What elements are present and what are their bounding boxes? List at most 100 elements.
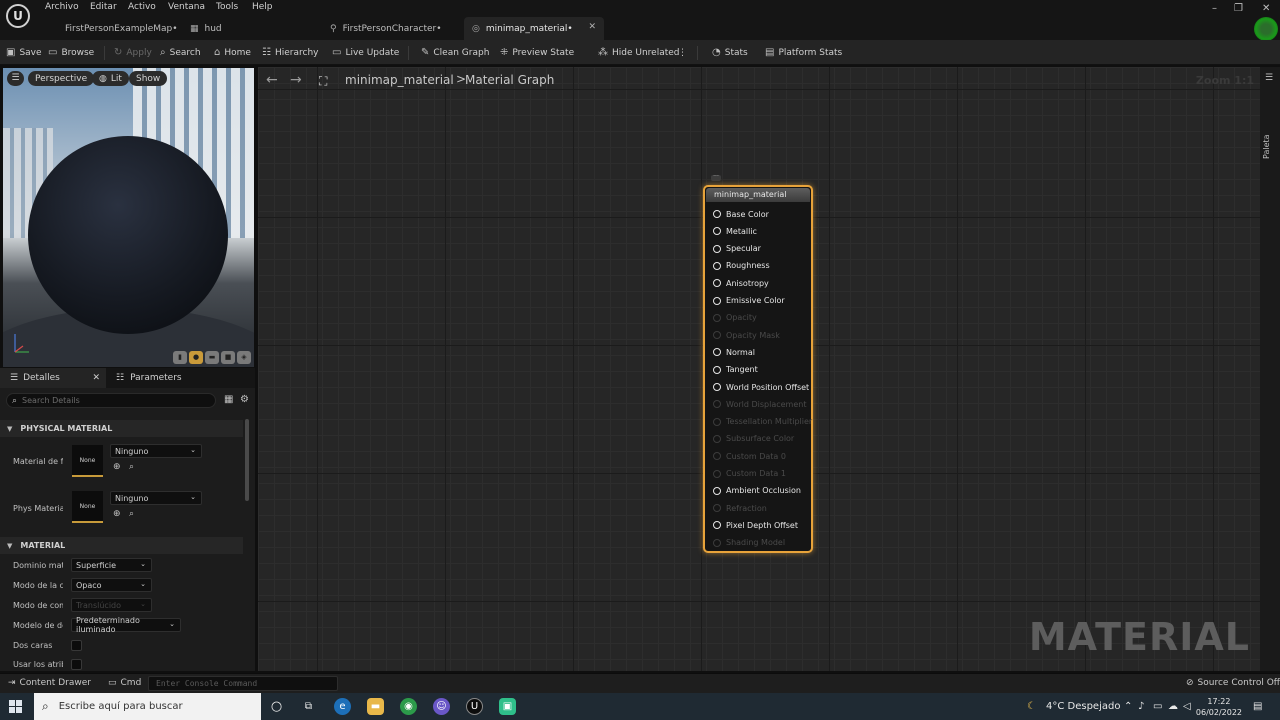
perspective-button[interactable]: Perspective	[28, 71, 95, 86]
app-taskbar-icon[interactable]: ▣	[499, 698, 516, 715]
node-pin[interactable]: World Position Offset	[713, 381, 809, 393]
menu-help[interactable]: Help	[252, 2, 273, 12]
menu-editar[interactable]: Editar	[90, 2, 117, 12]
use-selected-icon[interactable]: ⊕	[113, 509, 121, 519]
node-pin[interactable]: Base Color	[713, 208, 769, 220]
task-view-icon[interactable]: ⧉	[300, 698, 317, 715]
use-selected-icon[interactable]: ⊕	[113, 462, 121, 472]
cloud-icon[interactable]: ☁	[1168, 701, 1178, 712]
node-options-icon[interactable]: ···	[711, 174, 721, 181]
node-pin[interactable]: Subsurface Color	[713, 433, 794, 445]
close-window-icon[interactable]: ✕	[1262, 3, 1270, 14]
preview-state-button[interactable]: ⁜ Preview State	[500, 40, 574, 65]
blend-mode-dropdown[interactable]: Opaco ⌄	[71, 578, 152, 592]
live-update-button[interactable]: ▭ Live Update	[332, 40, 399, 65]
node-pin[interactable]: Refraction	[713, 502, 767, 514]
node-pin[interactable]: Emissive Color	[713, 295, 785, 307]
home-button[interactable]: ⌂ Home	[214, 40, 251, 65]
minimize-icon[interactable]: –	[1212, 3, 1217, 14]
phys-material-dropdown[interactable]: Ninguno ⌄	[110, 491, 202, 505]
network-icon[interactable]: ▭	[1153, 701, 1162, 712]
close-tab-icon[interactable]: ✕	[92, 373, 100, 383]
browse-asset-icon[interactable]: ⌕	[129, 509, 134, 519]
breadcrumb-graph[interactable]: Material Graph	[465, 73, 554, 87]
pin-connector-icon[interactable]	[713, 313, 721, 322]
use-attributes-checkbox[interactable]	[71, 659, 82, 670]
section-physical-material[interactable]: ▼ PHYSICAL MATERIAL	[0, 420, 243, 437]
show-button[interactable]: Show	[129, 71, 168, 86]
palette-icon[interactable]: ☰	[1265, 73, 1273, 83]
sphere-preview-icon[interactable]: ●	[189, 351, 203, 364]
shading-model-dropdown[interactable]: Predeterminado iluminado ⌄	[71, 616, 181, 634]
pin-connector-icon[interactable]	[713, 348, 721, 357]
back-arrow-icon[interactable]: ←	[266, 72, 278, 88]
tab-details[interactable]: ☰ Detalles ✕	[0, 368, 106, 388]
cmd-button[interactable]: ▭ Cmd	[108, 678, 141, 688]
save-button[interactable]: ▣ Save	[6, 40, 42, 65]
tab-parameters[interactable]: ☷ Parameters	[108, 368, 218, 388]
cube-preview-icon[interactable]: ■	[221, 351, 235, 364]
node-pin[interactable]: Opacity Mask	[713, 329, 780, 341]
breadcrumb-asset[interactable]: minimap_material	[345, 73, 454, 87]
menu-ventana[interactable]: Ventana	[168, 2, 205, 12]
hide-unrelated-button[interactable]: ⁂ Hide Unrelated	[598, 40, 680, 65]
pin-connector-icon[interactable]	[713, 365, 721, 374]
console-command-input[interactable]	[149, 677, 337, 690]
microphone-icon[interactable]: ♪	[1138, 701, 1144, 712]
pin-connector-icon[interactable]	[713, 417, 721, 426]
phys-material-dropdown[interactable]: Ninguno ⌄	[110, 444, 202, 458]
maximize-icon[interactable]: ❐	[1234, 3, 1243, 14]
close-tab-icon[interactable]: ✕	[588, 22, 596, 32]
node-pin[interactable]: Anisotropy	[713, 277, 769, 289]
node-pin[interactable]: Specular	[713, 243, 761, 255]
more-options-button[interactable]: ⋮	[678, 40, 687, 65]
details-scrollbar[interactable]	[245, 419, 249, 501]
pin-connector-icon[interactable]	[713, 227, 721, 236]
material-domain-dropdown[interactable]: Superficie ⌄	[71, 558, 152, 572]
pin-connector-icon[interactable]	[713, 521, 721, 530]
pin-connector-icon[interactable]	[713, 261, 721, 270]
pin-connector-icon[interactable]	[713, 486, 721, 495]
plane-preview-icon[interactable]: ▬	[205, 351, 219, 364]
pin-connector-icon[interactable]	[713, 452, 721, 461]
tab-minimap-material[interactable]: ◎ minimap_material• ✕	[464, 17, 604, 40]
settings-gear-icon[interactable]: ⚙	[240, 394, 249, 405]
platform-stats-button[interactable]: ▤ Platform Stats	[765, 40, 842, 65]
taskbar-clock[interactable]: 17:22 06/02/2022	[1196, 696, 1242, 718]
material-result-node[interactable]: minimap_material Base Color Metallic Specu…	[703, 185, 813, 553]
discord-icon[interactable]: ☺	[433, 698, 450, 715]
tab-hud[interactable]: ▦ hud	[186, 17, 316, 40]
notifications-icon[interactable]: ▤	[1253, 701, 1262, 712]
teapot-preview-icon[interactable]: ◈	[237, 351, 251, 364]
pin-connector-icon[interactable]	[713, 296, 721, 305]
node-pin[interactable]: Tangent	[713, 364, 758, 376]
weather-text[interactable]: 4°C Despejado	[1046, 701, 1120, 712]
cortana-icon[interactable]: ○	[268, 698, 285, 715]
chrome-icon[interactable]: ◉	[400, 698, 417, 715]
lit-button[interactable]: ◍ Lit	[92, 71, 129, 86]
tab-firstpersoncharacter[interactable]: ⚲ FirstPersonCharacter•	[326, 17, 461, 40]
preview-viewport[interactable]: ☰ Perspective ◍ Lit Show ▮ ● ▬ ■ ◈	[3, 68, 254, 367]
material-graph-canvas[interactable]: ← → ⛶ minimap_material > Material Graph …	[258, 67, 1260, 671]
pin-connector-icon[interactable]	[713, 383, 721, 391]
source-control-button[interactable]: ⊘ Source Control Off	[1186, 678, 1280, 688]
volume-icon[interactable]: ◁	[1183, 701, 1191, 712]
pin-connector-icon[interactable]	[713, 504, 721, 513]
section-material[interactable]: ▼ MATERIAL	[0, 537, 243, 554]
pin-connector-icon[interactable]	[713, 538, 721, 547]
node-pin[interactable]: Ambient Occlusion	[713, 485, 801, 497]
pin-connector-icon[interactable]	[713, 331, 721, 340]
node-pin[interactable]: Normal	[713, 346, 755, 358]
unreal-logo-icon[interactable]: U	[6, 4, 30, 28]
pin-connector-icon[interactable]	[713, 279, 721, 288]
node-pin[interactable]: Pixel Depth Offset	[713, 519, 798, 531]
stats-button[interactable]: ◔ Stats	[712, 40, 748, 65]
menu-archivo[interactable]: Archivo	[45, 2, 79, 12]
tab-firstpersonexamplemap[interactable]: FirstPersonExampleMap•	[52, 17, 182, 40]
node-pin[interactable]: World Displacement	[713, 398, 806, 410]
search-details-input[interactable]	[22, 396, 203, 405]
content-drawer-button[interactable]: ⇥ Content Drawer	[8, 678, 91, 688]
hierarchy-button[interactable]: ☷ Hierarchy	[262, 40, 318, 65]
pin-connector-icon[interactable]	[713, 210, 721, 218]
edge-icon[interactable]: e	[334, 698, 351, 715]
